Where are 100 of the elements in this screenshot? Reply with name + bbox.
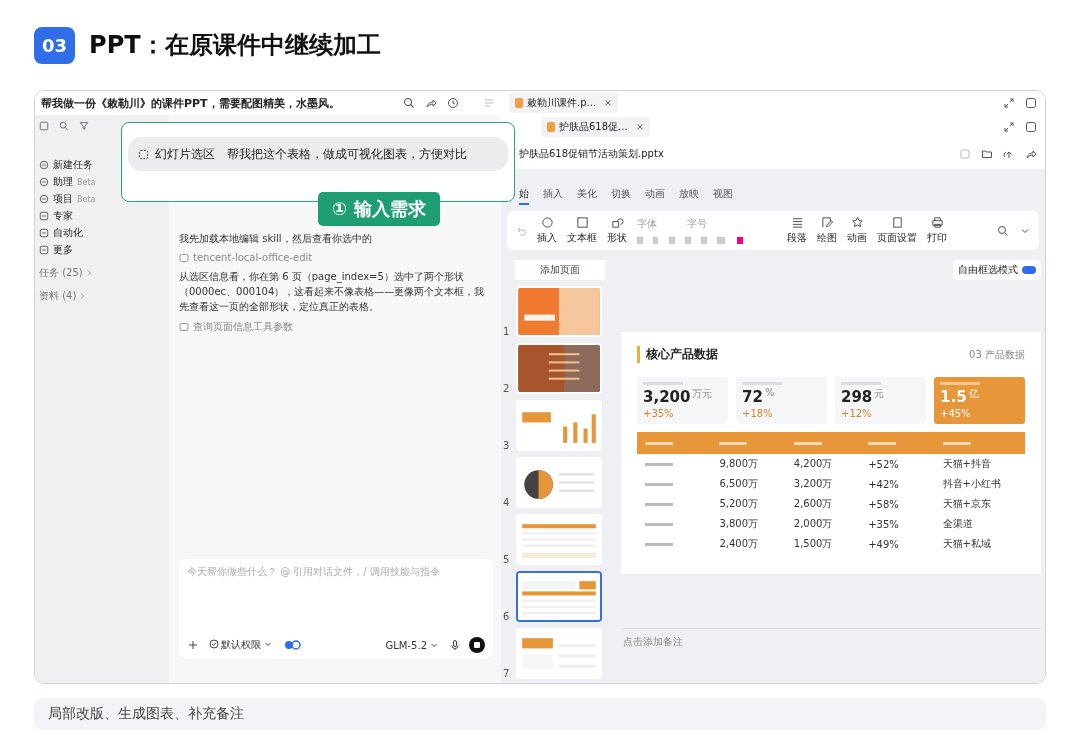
slide-thumbnail[interactable]: [516, 457, 602, 508]
tool-call-label[interactable]: tencent-local-office-edit: [193, 252, 313, 263]
table-cell-text: +35%: [868, 518, 900, 530]
expand-icon[interactable]: [1003, 97, 1015, 109]
message-text: 从选区信息看，你在第 6 页（page_index=5）选中了两个形状（0000ec、000104），这看起来不像表格——更像两个文本框，我先查看这一页的全部形状，定位真正的表格。: [179, 270, 486, 314]
share-icon[interactable]: [425, 97, 437, 109]
sidebar-item[interactable]: 项目 Beta: [39, 192, 96, 206]
file-name: 护肤品618促销节活动策划.pptx: [519, 147, 664, 161]
toolbar-button[interactable]: 打印: [927, 216, 947, 245]
ribbon-tab[interactable]: 始: [519, 187, 529, 205]
table-cell-text: +42%: [868, 478, 900, 490]
menu-item-icon: [39, 211, 49, 221]
ribbon-tab[interactable]: 放映: [679, 187, 699, 205]
filter-icon[interactable]: [79, 121, 89, 131]
table-cell-text: 2,600万: [793, 497, 834, 511]
toolbar-button[interactable]: 动画: [847, 216, 867, 245]
ribbon-tab[interactable]: 视图: [713, 187, 733, 205]
stat-change: +35%: [643, 408, 675, 419]
add-page-button[interactable]: 添加页面: [515, 260, 605, 280]
page-icon: [890, 216, 904, 229]
insert-icon: [540, 216, 554, 229]
ribbon-tab[interactable]: 动画: [645, 187, 665, 205]
close-icon[interactable]: [604, 99, 613, 107]
slide-thumbnail[interactable]: [516, 343, 602, 394]
blurred-text: [645, 542, 673, 546]
search-icon[interactable]: [403, 97, 415, 109]
toolbar-button[interactable]: 插入: [537, 216, 557, 245]
sidebar-item[interactable]: 助理 Beta: [39, 175, 96, 189]
selection-label: 幻灯片选区: [155, 145, 215, 163]
panel-icon[interactable]: [39, 121, 49, 131]
slide-thumbnail[interactable]: [516, 571, 602, 622]
toolbar-button[interactable]: 页面设置: [877, 216, 917, 245]
sidebar-item[interactable]: 专家: [39, 209, 73, 223]
sidebar-item[interactable]: 更多: [39, 243, 73, 257]
step-label: ① 输入需求: [318, 192, 440, 226]
stat-change: +12%: [841, 408, 873, 419]
table-cell-text: 5,200万: [719, 497, 760, 511]
table-cell-text: 3,200万: [793, 477, 834, 491]
slide-number: 7: [503, 668, 510, 679]
stop-button[interactable]: [469, 637, 485, 653]
print-icon: [930, 216, 944, 229]
step-badge: 03: [34, 26, 76, 64]
slide-title: 核心产品数据: [637, 346, 718, 363]
search-icon[interactable]: [59, 121, 69, 131]
draw-icon: [820, 216, 834, 229]
caption-bar: 局部改版、生成图表、补充备注: [34, 698, 1046, 730]
ribbon-tab[interactable]: 插入: [543, 187, 563, 205]
toolbar-button[interactable]: 段落: [787, 216, 807, 245]
link-icon[interactable]: [283, 640, 303, 650]
table-cell-text: +49%: [868, 538, 900, 550]
folder-icon[interactable]: [981, 148, 993, 160]
blurred-text: [645, 482, 673, 486]
model-dropdown[interactable]: GLM-5.2: [385, 639, 441, 651]
stat-unit: %: [764, 387, 775, 398]
select-mode-toggle[interactable]: 自由框选模式: [953, 260, 1041, 280]
history-icon[interactable]: [447, 97, 459, 109]
table-cell-text: 天猫+京东: [942, 497, 992, 511]
sidebar-toggle-icon[interactable]: [1025, 121, 1037, 133]
menu-item-icon: [39, 177, 49, 187]
expand-icon[interactable]: [1003, 121, 1015, 133]
blurred-text: [645, 522, 673, 526]
plus-icon[interactable]: [187, 639, 199, 651]
slide-thumbnail[interactable]: [516, 286, 602, 337]
share-icon[interactable]: [1025, 148, 1037, 160]
sidebar-toggle-icon[interactable]: [1025, 97, 1037, 109]
tool-call-label[interactable]: 查询页面信息工具参数: [193, 320, 293, 334]
selection-icon: [138, 148, 149, 160]
animation-icon: [850, 216, 864, 229]
toolbar-button[interactable]: 绘图: [817, 216, 837, 245]
slide-number: 1: [503, 326, 510, 337]
microphone-icon[interactable]: [449, 639, 461, 651]
slide-thumbnail[interactable]: [516, 514, 602, 565]
slide-thumbnail[interactable]: [516, 628, 602, 679]
blurred-text: [645, 502, 673, 506]
stat-unit: 元: [874, 388, 885, 399]
table-cell-text: 全渠道: [942, 517, 974, 531]
toolbar-button[interactable]: 文本框: [567, 216, 597, 245]
menu-item-icon: [39, 228, 49, 238]
document-tab[interactable]: 敕勒川课件.p...: [509, 93, 619, 113]
chat-title: 帮我做一份《敕勒川》的课件PPT，需要配图精美，水墨风。: [41, 95, 341, 111]
close-icon[interactable]: [635, 123, 644, 131]
search-icon[interactable]: [997, 224, 1009, 237]
slide-number: 3: [503, 440, 510, 451]
permission-dropdown[interactable]: 默认权限: [207, 638, 275, 652]
slide-thumbnail[interactable]: [516, 400, 602, 451]
section-link[interactable]: 资料 (4): [39, 289, 77, 303]
table-cell-text: +58%: [868, 498, 900, 510]
sidebar-item[interactable]: 新建任务: [39, 158, 93, 172]
menu-item-icon: [39, 194, 49, 204]
section-link[interactable]: 任务 (25): [39, 266, 83, 280]
sidebar-item[interactable]: 自动化: [39, 226, 83, 240]
blurred-text: [645, 462, 673, 466]
ribbon-tab[interactable]: 切换: [611, 187, 631, 205]
ribbon-tab[interactable]: 美化: [577, 187, 597, 205]
table-cell-text: 4,200万: [793, 457, 834, 471]
check-circle-icon: [209, 639, 219, 649]
toolbar-button[interactable]: 形状: [607, 216, 627, 245]
slide-number: 6: [503, 611, 510, 622]
document-tab[interactable]: 护肤品618促...: [541, 117, 650, 137]
stat-value: 298: [841, 388, 873, 406]
